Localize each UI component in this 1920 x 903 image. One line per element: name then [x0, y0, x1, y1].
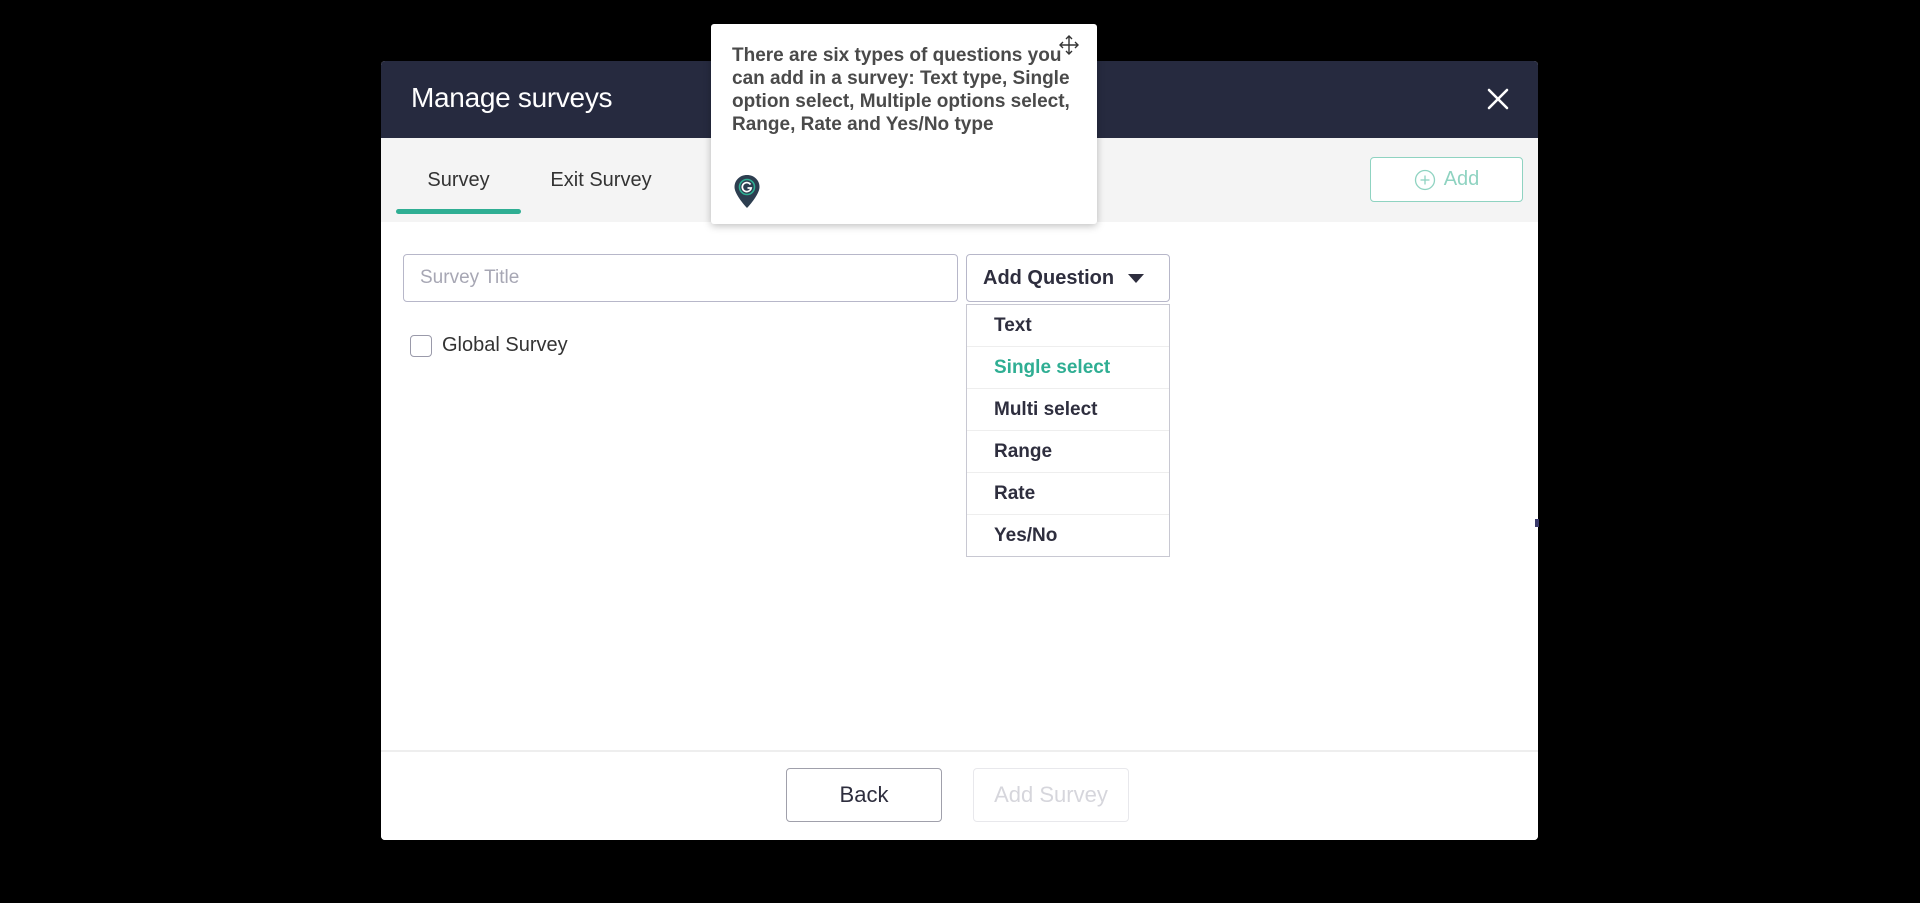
global-survey-label[interactable]: Global Survey — [442, 334, 568, 357]
menu-item-rate[interactable]: Rate — [967, 473, 1169, 515]
close-button[interactable] — [1480, 81, 1516, 117]
menu-item-text[interactable]: Text — [967, 305, 1169, 347]
add-button-label: Add — [1443, 168, 1480, 190]
active-tab-indicator — [396, 209, 521, 214]
guide-pin-icon — [734, 175, 760, 208]
global-survey-row: Global Survey — [410, 334, 568, 357]
survey-title-input[interactable] — [403, 254, 958, 302]
add-question-label: Add Question — [983, 266, 1115, 289]
caret-down-icon — [1128, 273, 1145, 283]
plus-circle-icon — [1414, 169, 1435, 190]
add-survey-button: Add Survey — [973, 768, 1129, 822]
tooltip-text: There are six types of questions you can… — [732, 45, 1070, 135]
global-survey-checkbox[interactable] — [410, 334, 432, 357]
add-button[interactable]: Add — [1370, 157, 1523, 202]
modal-title: Manage surveys — [411, 82, 613, 113]
menu-item-multi-select[interactable]: Multi select — [967, 389, 1169, 431]
add-question-dropdown[interactable]: Add Question — [966, 254, 1170, 302]
guide-tooltip: There are six types of questions you can… — [711, 24, 1097, 224]
modal-footer: Back Add Survey — [381, 750, 1538, 840]
menu-item-single-select[interactable]: Single select — [967, 347, 1169, 389]
tab-exit-survey[interactable]: Exit Survey — [531, 138, 671, 222]
close-icon — [1487, 88, 1509, 110]
menu-item-range[interactable]: Range — [967, 431, 1169, 473]
edge-marker — [1535, 519, 1539, 527]
move-icon[interactable] — [1058, 34, 1080, 56]
back-button[interactable]: Back — [786, 768, 942, 822]
menu-item-yes-no[interactable]: Yes/No — [967, 515, 1169, 556]
question-type-menu: Text Single select Multi select Range Ra… — [966, 304, 1170, 557]
